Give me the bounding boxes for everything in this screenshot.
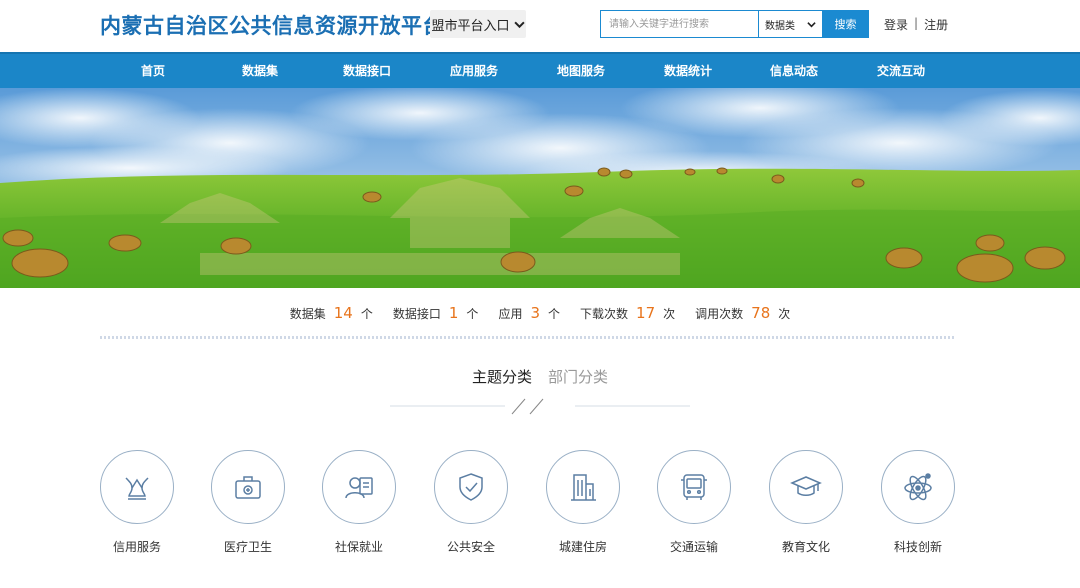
building-icon <box>571 474 596 501</box>
chevron-down-icon <box>513 21 525 28</box>
category-label: 科技创新 <box>893 540 942 554</box>
stat-label: 下载次数 <box>580 306 629 321</box>
site-title[interactable]: 内蒙古自治区公共信息资源开放平台 <box>100 10 444 40</box>
category-circle <box>546 450 620 524</box>
tab-topic-category[interactable]: 主题分类 <box>472 366 532 387</box>
nav-item-home[interactable]: 首页 <box>141 54 165 88</box>
stat-value: 1 <box>448 304 459 322</box>
stat-value: 78 <box>751 304 771 322</box>
category-public-safety[interactable]: 公共安全 <box>433 450 509 555</box>
medical-kit-icon <box>235 476 261 499</box>
search-category-select[interactable]: 数据类 <box>758 10 822 38</box>
login-link[interactable]: 登录 <box>884 16 908 33</box>
category-label: 公共安全 <box>446 540 495 554</box>
category-label: 城建住房 <box>558 540 607 554</box>
category-credit-service[interactable]: 信用服务 <box>99 450 175 555</box>
chevron-down-icon <box>807 21 816 27</box>
stat-label: 调用次数 <box>695 306 744 321</box>
stat-downloads: 下载次数 17 次 <box>580 304 675 322</box>
category-transportation[interactable]: 交通运输 <box>656 450 732 555</box>
category-label: 交通运输 <box>669 540 718 554</box>
category-technology-innovation[interactable]: 科技创新 <box>880 450 956 555</box>
city-platform-entry-button[interactable]: 盟市平台入口 <box>430 10 526 38</box>
category-circle <box>434 450 508 524</box>
stat-label: 数据接口 <box>392 306 441 321</box>
search-input[interactable] <box>600 10 758 38</box>
category-urban-housing[interactable]: 城建住房 <box>545 450 621 555</box>
tab-divider-decoration <box>390 398 690 415</box>
stat-unit: 个 <box>360 306 373 321</box>
category-education-culture[interactable]: 教育文化 <box>768 450 844 555</box>
shield-flower-icon <box>125 477 149 500</box>
stats-bar: 数据集 14 个 数据接口 1 个 应用 3 个 下载次数 17 次 调用次数 … <box>0 300 1080 326</box>
search-category-value: 数据类 <box>765 20 795 32</box>
stat-value: 3 <box>530 304 540 322</box>
city-entry-label: 盟市平台入口 <box>431 18 510 34</box>
category-circle <box>211 450 285 524</box>
search-button[interactable]: 搜索 <box>822 10 869 38</box>
nav-item-interaction[interactable]: 交流互动 <box>877 54 925 88</box>
person-card-icon <box>345 477 373 499</box>
category-circle <box>100 450 174 524</box>
nav-item-map-services[interactable]: 地图服务 <box>557 54 605 88</box>
graduation-cap-icon <box>790 476 822 496</box>
stat-datasets: 数据集 14 个 <box>290 304 373 322</box>
nav-item-app-services[interactable]: 应用服务 <box>450 54 498 88</box>
category-label: 信用服务 <box>112 540 161 554</box>
stat-unit: 个 <box>466 306 479 321</box>
stat-unit: 个 <box>548 306 561 321</box>
tab-department-category[interactable]: 部门分类 <box>548 366 608 387</box>
nav-item-datasets[interactable]: 数据集 <box>242 54 278 88</box>
nav-item-news[interactable]: 信息动态 <box>770 54 818 88</box>
stat-apis: 数据接口 1 个 <box>393 304 479 322</box>
bus-icon <box>681 474 707 500</box>
search-box: 数据类 搜索 <box>600 10 869 38</box>
stat-unit: 次 <box>778 306 791 321</box>
auth-separator: | <box>914 16 919 30</box>
category-social-security-employment[interactable]: 社保就业 <box>321 450 397 555</box>
register-link[interactable]: 注册 <box>924 16 948 33</box>
site-header: 内蒙古自治区公共信息资源开放平台 盟市平台入口 数据类 搜索 登录 | 注册 <box>0 0 1080 52</box>
stat-value: 14 <box>333 304 353 322</box>
category-circle <box>881 450 955 524</box>
atom-icon <box>904 473 932 501</box>
nav-item-data-stats[interactable]: 数据统计 <box>664 54 712 88</box>
category-circle <box>769 450 843 524</box>
auth-links: 登录 | 注册 <box>884 16 948 33</box>
category-healthcare[interactable]: 医疗卫生 <box>210 450 286 555</box>
stat-label: 应用 <box>498 306 523 321</box>
category-tabs: 主题分类 部门分类 <box>0 366 1080 387</box>
shield-check-icon <box>459 473 483 501</box>
nav-item-data-api[interactable]: 数据接口 <box>343 54 391 88</box>
category-label: 医疗卫生 <box>223 540 272 554</box>
main-nav: 首页 数据集 数据接口 应用服务 地图服务 数据统计 信息动态 交流互动 <box>0 52 1080 88</box>
category-label: 教育文化 <box>781 540 830 554</box>
stat-apps: 应用 3 个 <box>498 304 560 322</box>
stat-calls: 调用次数 78 次 <box>695 304 790 322</box>
hero-banner-grassland <box>0 88 1080 288</box>
divider <box>100 336 955 339</box>
stat-unit: 次 <box>663 306 676 321</box>
stat-label: 数据集 <box>289 306 326 321</box>
category-label: 社保就业 <box>334 540 383 554</box>
category-circle <box>322 450 396 524</box>
stat-value: 17 <box>636 304 656 322</box>
category-circle <box>657 450 731 524</box>
grassland-landscape-image <box>0 88 1080 288</box>
